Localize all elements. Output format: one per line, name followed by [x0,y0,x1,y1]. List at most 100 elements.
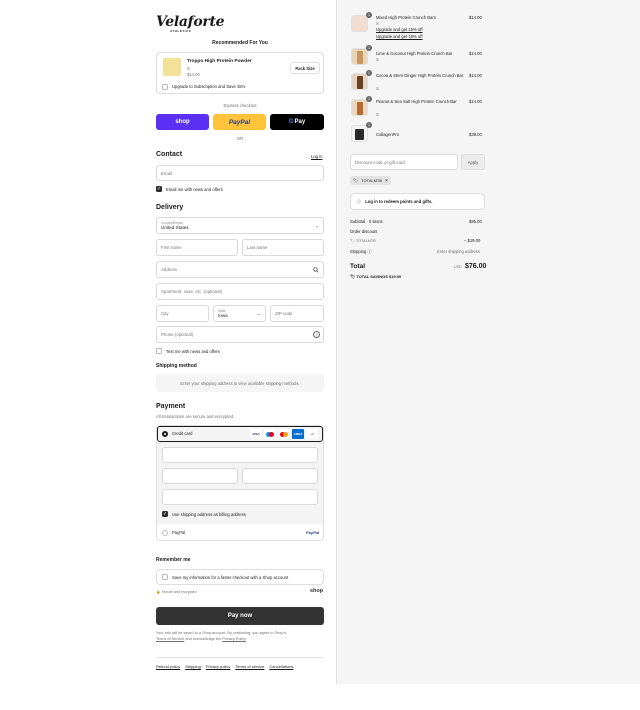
pack-size-button[interactable]: Pack Size [290,62,320,74]
discount-code-text: TOTALMTB [355,239,376,243]
more-cards-badge: +4 [306,429,318,439]
cart-item-image [351,15,368,32]
chevron-down-icon: ⌄ [314,223,319,229]
quantity-badge: 1 [366,96,372,102]
city-field[interactable]: City [156,305,209,322]
footer-links: Refund policy Shipping Privacy policy Te… [156,664,293,669]
recommend-card: Troppo High Protein Powder S $14.00 Pack… [156,52,324,94]
shipping-label: Shipping ⓘ [350,249,372,255]
text-news-label: Text me with news and offers [166,349,220,354]
cart-item-name: Mixed High Protein Crunch Bars [376,15,436,20]
footer-cancellations-link[interactable]: Cancellations [269,664,293,669]
total-label: Total [350,263,366,270]
text-news-checkbox[interactable] [156,348,162,354]
shop-logo: shop [310,588,324,594]
cart-item-name: Cocoa & Stem Ginger High Protein Crunch … [376,73,464,78]
or-divider: OR [236,136,244,141]
help-icon[interactable]: ⓘ [367,249,371,254]
billing-label: Use shipping address as billing address [172,512,246,517]
footer-refund-link[interactable]: Refund policy [156,664,180,669]
recommend-product-name: Troppo High Protein Powder [187,59,252,64]
total-currency: USD [454,265,462,269]
help-icon[interactable]: ? [313,331,320,338]
name-on-card-field[interactable] [162,489,318,505]
amex-icon: AMEX [292,429,304,439]
expiry-field[interactable] [162,468,238,484]
payment-subtitle: All transactions are secure and encrypte… [156,414,235,419]
country-select[interactable]: Country/Region United States ⌄ [156,217,324,234]
state-select[interactable]: State Iowa ⌄ [213,305,266,322]
google-pay-button[interactable]: G Pay [270,114,324,130]
apply-button[interactable]: Apply [461,154,485,170]
last-name-field[interactable]: Last name [242,239,324,256]
cart-item-price: $39.00 [469,132,482,137]
billing-checkbox[interactable]: ✓ [162,511,168,517]
apartment-field[interactable]: Apartment, suite, etc. (optional) [156,283,324,300]
security-code-field[interactable] [242,468,318,484]
remember-heading: Remember me [156,557,191,563]
paypal-option-label[interactable]: PayPal [172,530,185,535]
subtotal-label: Subtotal · 5 items [350,219,383,224]
shipping-label-text: Shipping [350,249,367,254]
chevron-down-icon: ⌄ [256,311,261,317]
email-news-checkbox[interactable]: ✓ [156,186,162,192]
shipping-value: Enter shipping address [437,249,480,254]
shop-pay-button[interactable]: shop [156,114,209,130]
order-discount-label: Order discount [350,229,378,234]
cart-item-name: Peanut & Sea Salt High Protein Crunch Ba… [376,99,457,104]
first-name-field[interactable]: First name [156,239,238,256]
email-field[interactable]: Email [156,165,324,181]
shipping-method-note: Enter your shipping address to view avai… [156,374,324,392]
address-placeholder: Address [161,267,178,272]
terms-link[interactable]: Terms of Service [156,637,184,641]
footer-privacy-link[interactable]: Privacy policy [206,664,230,669]
card-number-field[interactable] [162,447,318,463]
redeem-points-text: Log in to redeem points and gifts. [365,199,433,204]
address-field[interactable]: Address [156,261,324,278]
cart-item-variant: S [376,86,379,91]
cart-item-price: $14.00 [469,99,482,104]
discount-field[interactable]: Discount code or gift card [350,154,458,170]
remove-discount-button[interactable]: × [385,178,388,184]
subscribe-checkbox[interactable] [162,84,168,90]
paypal-radio[interactable] [162,530,168,536]
pay-now-button[interactable]: Pay now [156,607,324,625]
privacy-link[interactable]: Privacy Policy [222,637,246,641]
cart-item-variant: S [376,57,379,62]
cart-item-price: $14.00 [469,73,482,78]
total-value: $76.00 [465,263,487,270]
quantity-badge: 1 [366,12,372,18]
footer-terms-link[interactable]: Terms of service [235,664,264,669]
footer-shipping-link[interactable]: Shipping [185,664,201,669]
cart-item-price: $14.00 [469,51,482,56]
paypal-button[interactable]: PayPal [213,114,266,130]
legal-part-1: Your info will be saved to a Shop accoun… [156,631,286,635]
redeem-points-box[interactable]: ⓘ Log in to redeem points and gifts. [350,193,485,210]
lock-icon: 🔒 [156,590,161,594]
contact-heading: Contact [156,151,183,158]
login-link[interactable]: Log in [311,154,322,159]
save-info-checkbox[interactable] [162,574,168,580]
cart-item-image [351,73,368,90]
express-label: Express checkout [223,103,257,108]
mastercard-icon [278,429,290,439]
brand-logo[interactable]: Velaforte [156,14,225,30]
subscribe-label: Upgrade to Subscription and Save 15% [172,84,246,89]
brand-tagline: ATHLETICS [170,29,192,33]
payment-heading: Payment [156,403,186,410]
credit-card-radio[interactable] [162,431,168,437]
quantity-badge: 1 [366,45,372,51]
quantity-badge: 1 [366,122,372,128]
savings-value: $19.00 [389,274,402,279]
remember-box: Save my information for a faster checkou… [156,569,324,585]
recommend-heading: Recommended For You [212,40,268,46]
phone-field[interactable]: Phone (optional) ? [156,326,324,343]
upgrade-link[interactable]: Upgrade and get 15% off [376,34,423,39]
recommend-product-variant: S [187,66,190,71]
upgrade-link[interactable]: Upgrade and get 15% off [376,27,423,32]
zip-field[interactable]: ZIP code [270,305,324,322]
cart-item-variant: S [376,21,379,26]
credit-card-label: Credit card [172,431,193,436]
secure-note: 🔒 Secure and encrypted [156,590,197,594]
recommend-product-price: $14.00 [187,72,200,77]
